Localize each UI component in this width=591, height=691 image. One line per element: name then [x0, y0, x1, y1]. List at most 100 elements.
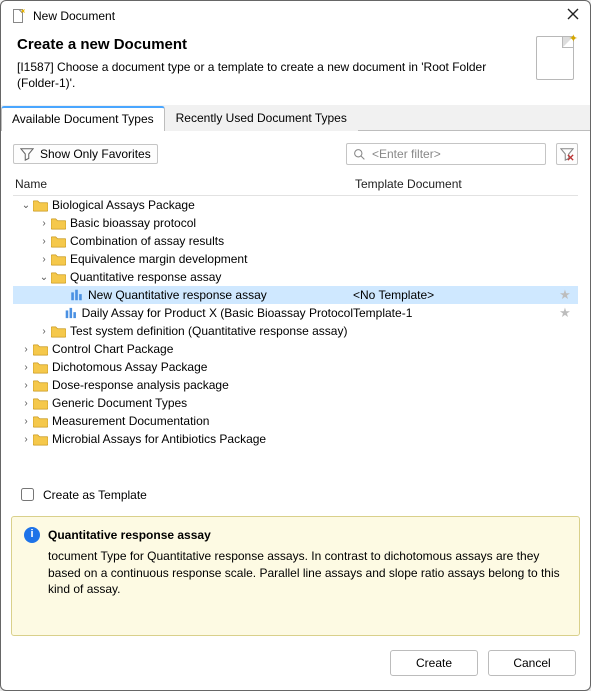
tree-body: ⌄ Biological Assays Package ›Basic bioassa… — [13, 196, 578, 477]
folder-icon — [33, 379, 48, 392]
folder-icon — [51, 253, 66, 266]
description-title: Quantitative response assay — [48, 527, 567, 544]
header-text: Create a new Document [I1587] Choose a d… — [17, 36, 524, 91]
chevron-right-icon[interactable]: › — [19, 416, 33, 427]
column-template[interactable]: Template Document — [355, 177, 576, 191]
folder-icon — [51, 235, 66, 248]
folder-icon — [33, 415, 48, 428]
tree-row-name-cell: › Measurement Documentation — [13, 414, 353, 428]
tree-row-name-cell: › Combination of assay results — [13, 234, 353, 248]
filter-input[interactable] — [370, 146, 539, 162]
panel: Show Only Favorites Name Template D — [1, 131, 590, 516]
tree-row-label: Dose-response analysis package — [52, 378, 229, 392]
tree-row-name-cell: ›Control Chart Package — [13, 342, 353, 356]
tree-row-name-cell: ·New Quantitative response assay — [13, 288, 353, 302]
chevron-right-icon[interactable]: › — [19, 434, 33, 445]
document-large-icon: ✦ — [536, 36, 574, 80]
chevron-down-icon[interactable]: ⌄ — [37, 272, 51, 283]
tree-row[interactable]: ›Microbial Assays for Antibiotics Packag… — [13, 430, 578, 448]
favorite-star[interactable]: ★ — [556, 287, 574, 303]
tree-row[interactable]: ›Dichotomous Assay Package — [13, 358, 578, 376]
chevron-right-icon[interactable]: › — [37, 326, 51, 337]
assay-icon — [69, 288, 84, 302]
folder-icon — [33, 361, 48, 374]
button-row: Create Cancel — [1, 636, 590, 690]
tree-row-template-cell: <No Template> — [353, 288, 556, 302]
tree-row[interactable]: › Dose-response analysis package — [13, 376, 578, 394]
chevron-right-icon[interactable]: › — [37, 254, 51, 265]
description-box: i Quantitative response assay tocument T… — [11, 516, 580, 636]
tree-row-name-cell: ⌄Quantitative response assay — [13, 270, 353, 284]
tree-row[interactable]: › Measurement Documentation — [13, 412, 578, 430]
tree-row[interactable]: ›Control Chart Package — [13, 340, 578, 358]
tree-row-name-cell: › Generic Document Types — [13, 396, 353, 410]
close-icon — [566, 7, 580, 21]
tree-row-label: Equivalence margin development — [70, 252, 247, 266]
chevron-right-icon[interactable]: › — [19, 344, 33, 355]
show-only-favorites-button[interactable]: Show Only Favorites — [13, 144, 158, 164]
tabbar: Available Document Types Recently Used D… — [1, 105, 590, 131]
tree-row-label: Daily Assay for Product X (Basic Bioassa… — [82, 306, 353, 320]
folder-icon — [33, 397, 48, 410]
header-subtext: [I1587] Choose a document type or a temp… — [17, 59, 524, 91]
cancel-button[interactable]: Cancel — [488, 650, 576, 676]
chevron-right-icon[interactable]: › — [37, 236, 51, 247]
tree-row-label: New Quantitative response assay — [88, 288, 267, 302]
chevron-right-icon[interactable]: › — [19, 380, 33, 391]
folder-icon — [51, 325, 66, 338]
tree-row-name-cell: ›Basic bioassay protocol — [13, 216, 353, 230]
chevron-right-icon[interactable]: › — [19, 398, 33, 409]
folder-icon — [33, 199, 48, 212]
tree-row-label: Combination of assay results — [70, 234, 224, 248]
clear-filter-button[interactable] — [556, 143, 578, 165]
close-button[interactable] — [566, 7, 580, 24]
tree-row[interactable]: › Equivalence margin development — [13, 250, 578, 268]
tab-recent-types[interactable]: Recently Used Document Types — [165, 106, 358, 131]
funnel-icon — [20, 147, 34, 161]
tree-row[interactable]: › Generic Document Types — [13, 394, 578, 412]
tree-row-label: Generic Document Types — [52, 396, 187, 410]
tree-row[interactable]: ·New Quantitative response assay<No Temp… — [13, 286, 578, 304]
chevron-right-icon[interactable]: › — [19, 362, 33, 373]
create-as-template-checkbox[interactable] — [21, 488, 34, 501]
favorites-label: Show Only Favorites — [40, 147, 151, 161]
tree-row-name-cell: › Test system definition (Quantitative re… — [13, 324, 353, 338]
info-icon: i — [24, 527, 40, 543]
tree-row[interactable]: ⌄Quantitative response assay — [13, 268, 578, 286]
tree-row-label: Measurement Documentation — [52, 414, 209, 428]
search-icon — [353, 148, 366, 161]
tree-row-name-cell: › Equivalence margin development — [13, 252, 353, 266]
tree-row[interactable]: ·Daily Assay for Product X (Basic Bioass… — [13, 304, 578, 322]
star-icon: ★ — [559, 305, 571, 321]
folder-icon — [33, 343, 48, 356]
funnel-clear-icon — [560, 147, 574, 161]
column-name[interactable]: Name — [15, 177, 355, 191]
create-as-template-label: Create as Template — [43, 488, 147, 502]
sparkle-icon: ✦ — [569, 32, 578, 45]
tree-row-name-cell: › Dose-response analysis package — [13, 378, 353, 392]
folder-icon — [33, 433, 48, 446]
description-body: tocument Type for Quantitative response … — [48, 548, 567, 598]
folder-icon — [51, 217, 66, 230]
chevron-right-icon[interactable]: › — [37, 218, 51, 229]
favorite-star[interactable]: ★ — [556, 305, 574, 321]
tree-row-label: Biological Assays Package — [52, 198, 195, 212]
tree-row-label: Test system definition (Quantitative res… — [70, 324, 347, 338]
titlebar: New Document — [1, 1, 590, 28]
tree-row-template-cell: Template-1 — [353, 306, 556, 320]
filter-input-wrap[interactable] — [346, 143, 546, 165]
tree-row[interactable]: ›Basic bioassay protocol — [13, 214, 578, 232]
window-title: New Document — [33, 9, 560, 23]
tab-available-types[interactable]: Available Document Types — [1, 106, 165, 131]
tree-row[interactable]: › Test system definition (Quantitative re… — [13, 322, 578, 340]
chevron-down-icon[interactable]: ⌄ — [19, 200, 33, 211]
tree-row-name-cell: ⌄ Biological Assays Package — [13, 198, 353, 212]
tree-row-name-cell: ·Daily Assay for Product X (Basic Bioass… — [13, 306, 353, 320]
star-icon: ★ — [559, 287, 571, 303]
tree-row-name-cell: ›Dichotomous Assay Package — [13, 360, 353, 374]
create-button[interactable]: Create — [390, 650, 478, 676]
create-as-template-row: Create as Template — [13, 477, 578, 512]
tree-row-name-cell: ›Microbial Assays for Antibiotics Packag… — [13, 432, 353, 446]
tree-row[interactable]: › Combination of assay results — [13, 232, 578, 250]
tree-row[interactable]: ⌄ Biological Assays Package — [13, 196, 578, 214]
